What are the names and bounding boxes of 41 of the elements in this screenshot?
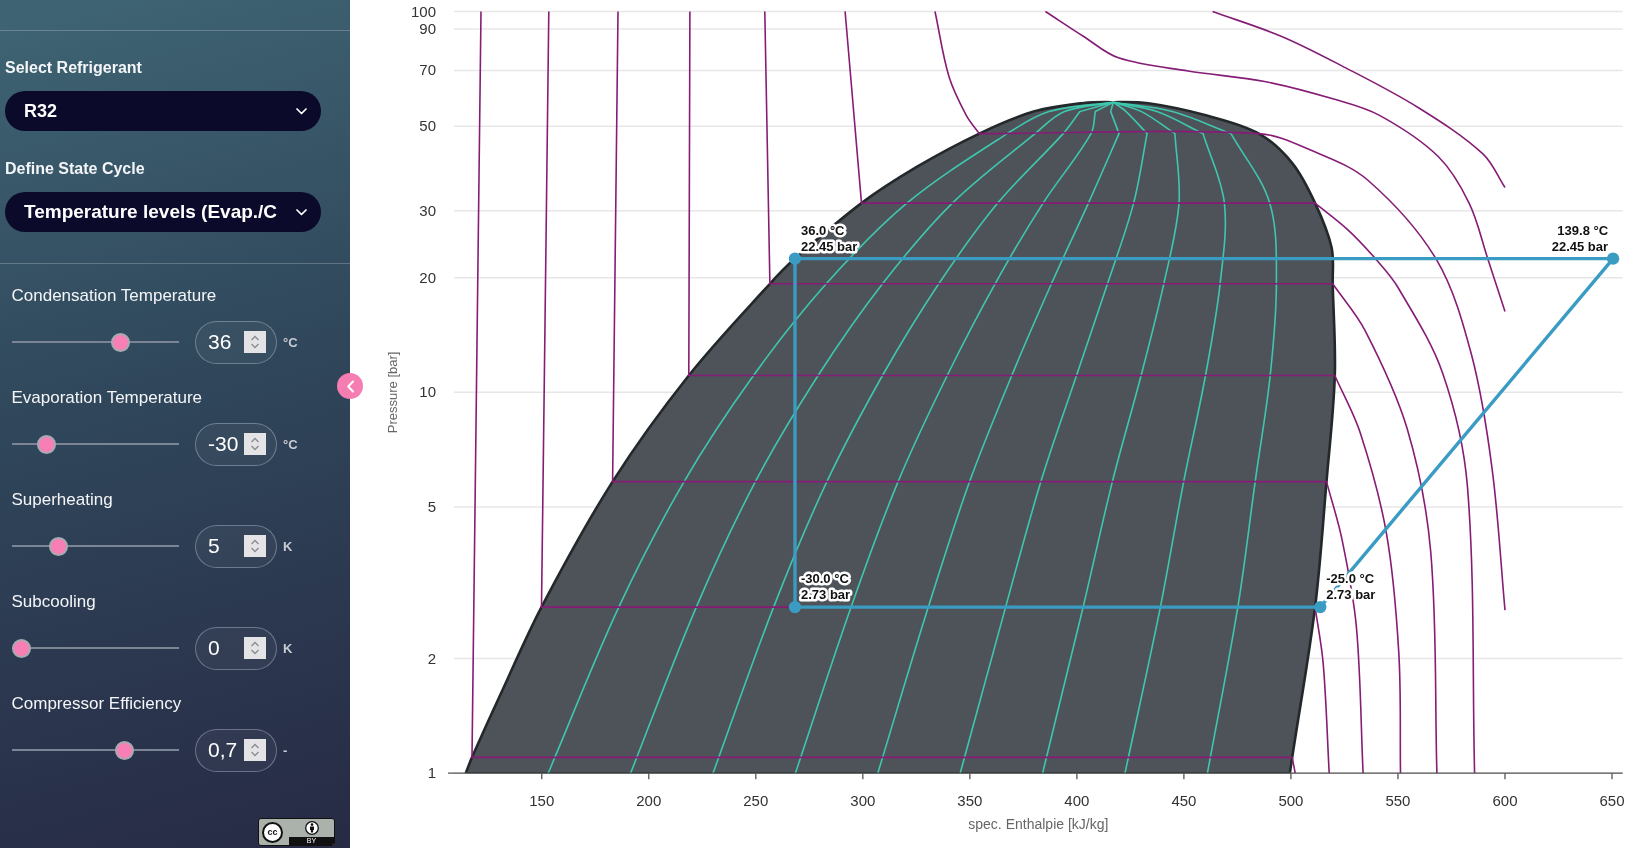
x-tick-label: 200 [636, 792, 662, 810]
y-tick-label: 10 [419, 383, 436, 401]
x-tick-label: 650 [1599, 792, 1625, 810]
parameter-label: Compressor Efficiency [11, 694, 182, 714]
unit-label: K [283, 640, 293, 656]
y-tick-label: 90 [419, 19, 436, 37]
unit-label: °C [283, 334, 298, 350]
unit-label: K [283, 538, 293, 554]
y-tick-label: 20 [419, 268, 436, 286]
field-label: Select Refrigerant [5, 58, 142, 78]
x-tick-label: 350 [957, 792, 983, 810]
point-label: 2.73 bar [801, 587, 851, 603]
y-tick-label: 1 [427, 764, 436, 782]
x-tick-label: 550 [1385, 792, 1411, 810]
x-tick-label: 150 [529, 792, 555, 810]
parameter-label: Superheating [11, 490, 113, 510]
y-tick-label: 70 [419, 61, 436, 79]
parameter-label: Subcooling [11, 592, 96, 612]
y-tick-label: 5 [427, 498, 436, 515]
point-label: 139.8 °C [1557, 222, 1609, 238]
x-tick-label: 250 [743, 792, 769, 810]
parameter-label: Condensation Temperature [11, 286, 217, 306]
x-tick-label: 450 [1171, 792, 1197, 810]
x-tick-label: 600 [1492, 792, 1518, 810]
x-tick-label: 300 [850, 792, 876, 810]
y-tick-label: 2 [427, 649, 436, 667]
parameter-label: Evaporation Temperature [11, 388, 203, 408]
x-tick-label: 500 [1278, 792, 1304, 810]
x-tick-label: 400 [1064, 792, 1090, 810]
point-label: -30.0 °C [801, 571, 849, 587]
y-tick-label: 30 [419, 201, 436, 219]
y-axis-title: Pressure [bar] [385, 351, 400, 434]
y-tick-label: 100 [410, 2, 436, 20]
point-label: 36.0 °C [801, 222, 845, 238]
field-label: Define State Cycle [5, 159, 145, 179]
cc-mark: cc [262, 821, 283, 843]
x-axis-title: spec. Enthalpie [kJ/kg] [968, 816, 1109, 832]
y-tick-label: 50 [419, 117, 436, 135]
unit-label: °C [283, 436, 298, 452]
point-label: 22.45 bar [1551, 238, 1609, 254]
unit-label: - [283, 742, 288, 758]
